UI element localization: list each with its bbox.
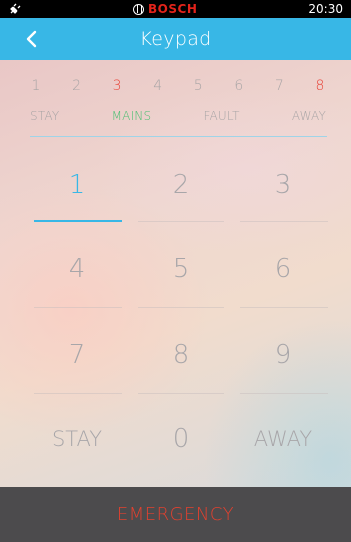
zone-indicator: 7 (274, 78, 284, 94)
key-7[interactable]: 7 (30, 320, 124, 390)
key-divider (138, 307, 224, 308)
status-mains: MAINS (111, 109, 152, 123)
key-divider (138, 393, 224, 394)
key-divider (240, 307, 328, 308)
app-header: Keypad (0, 18, 351, 60)
brand-name: BOSCH (148, 2, 198, 16)
key-divider (138, 221, 224, 222)
key-divider (34, 393, 122, 394)
key-6[interactable]: 6 (236, 234, 330, 304)
key-5[interactable]: 5 (134, 234, 228, 304)
status-away: AWAY (291, 109, 326, 123)
key-3[interactable]: 3 (236, 150, 330, 220)
zone-indicators: 1 2 3 4 5 6 7 8 (28, 74, 328, 98)
zone-indicator: 6 (234, 78, 244, 94)
page-title: Keypad (139, 28, 212, 50)
keypad-panel: 1 2 3 4 5 6 7 8 STAY MAINS FAULT AWAY 1 … (0, 60, 351, 487)
stay-key[interactable]: STAY (30, 404, 124, 474)
key-1[interactable]: 1 (30, 150, 124, 220)
back-button[interactable] (20, 27, 42, 51)
key-0[interactable]: 0 (134, 404, 228, 474)
status-indicators: STAY MAINS FAULT AWAY (30, 106, 326, 126)
zone-indicator: 4 (153, 78, 163, 94)
key-4[interactable]: 4 (30, 234, 124, 304)
key-underline-selected (34, 220, 122, 222)
key-9[interactable]: 9 (236, 320, 330, 390)
plug-icon (8, 2, 22, 16)
keypad: 1 2 3 4 5 6 7 8 9 STAY 0 AWAY (0, 138, 351, 487)
bosch-logo (133, 3, 145, 15)
key-divider (34, 307, 122, 308)
zone-indicator: 1 (31, 78, 41, 94)
clock: 20:30 (308, 2, 343, 16)
status-fault: FAULT (203, 109, 240, 123)
key-8[interactable]: 8 (134, 320, 228, 390)
zone-indicator-active: 3 (112, 78, 122, 94)
status-divider (30, 136, 327, 137)
status-bar: BOSCH 20:30 (0, 0, 351, 18)
chevron-left-icon (26, 30, 37, 48)
away-key[interactable]: AWAY (236, 404, 330, 474)
status-stay: STAY (30, 109, 60, 123)
brand: BOSCH (133, 2, 197, 16)
key-2[interactable]: 2 (134, 150, 228, 220)
key-divider (240, 393, 328, 394)
key-divider (240, 221, 328, 222)
zone-indicator: 5 (193, 78, 203, 94)
zone-indicator-active: 8 (315, 78, 325, 94)
zone-indicator: 2 (72, 78, 82, 94)
emergency-button[interactable]: EMERGENCY (0, 487, 351, 542)
